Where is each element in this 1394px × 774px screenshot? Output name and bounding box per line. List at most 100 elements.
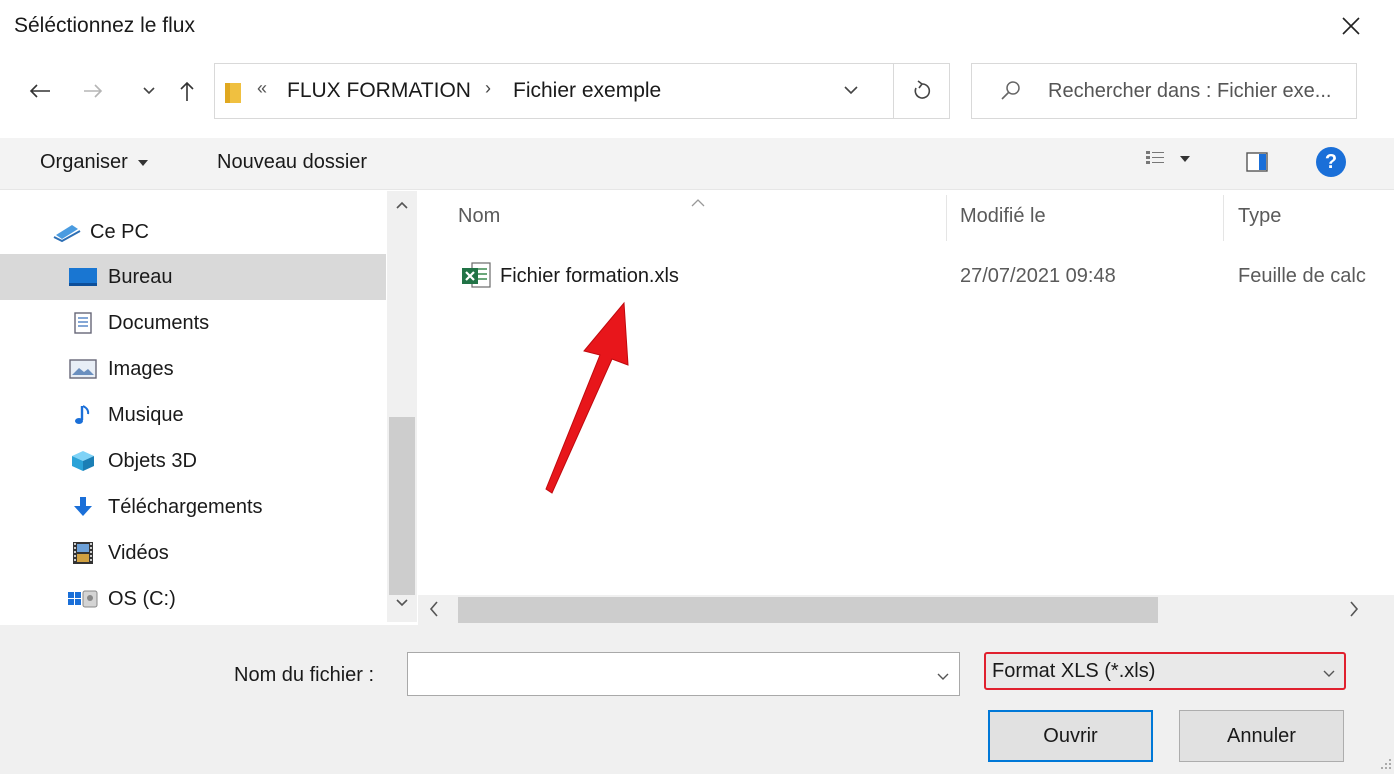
sort-ascending-icon [690, 195, 706, 213]
scroll-up-button[interactable] [387, 197, 417, 215]
file-type: Feuille de calc [1238, 265, 1366, 287]
recent-locations-button[interactable] [138, 71, 160, 111]
address-dropdown-button[interactable] [843, 82, 859, 100]
sidebar-item-label: Vidéos [108, 541, 169, 564]
file-type-value: Format XLS (*.xls) [992, 660, 1156, 682]
preview-pane-icon [1246, 152, 1268, 172]
command-bar: Organiser Nouveau dossier ? [0, 138, 1394, 190]
excel-file-icon [460, 261, 494, 296]
sidebar-item-videos[interactable]: Vidéos [0, 530, 386, 576]
open-button[interactable]: Ouvrir [988, 710, 1153, 762]
sidebar-item-label: Bureau [108, 265, 173, 288]
navigation-scrollbar[interactable] [387, 191, 417, 622]
search-icon [1000, 80, 1022, 107]
column-header-modified[interactable]: Modifié le [960, 205, 1046, 228]
file-name: Fichier formation.xls [500, 265, 679, 287]
chevron-down-icon [937, 673, 949, 680]
sidebar-item-musique[interactable]: Musique [0, 392, 386, 438]
caret-down-icon [1180, 156, 1190, 162]
chevron-up-icon [396, 201, 408, 209]
documents-icon [66, 308, 100, 338]
back-button[interactable] [20, 71, 60, 111]
sidebar-item-label: OS (C:) [108, 587, 176, 610]
chevron-left-icon [429, 601, 438, 617]
column-divider[interactable] [1223, 195, 1224, 241]
search-placeholder[interactable]: Rechercher dans : Fichier exe... [1048, 80, 1331, 103]
search-box[interactable]: Rechercher dans : Fichier exe... [971, 63, 1357, 119]
preview-pane-button[interactable] [1246, 152, 1268, 177]
forward-button[interactable] [76, 71, 110, 111]
breadcrumb-separator[interactable]: › [485, 78, 491, 99]
sidebar-item-label: Ce PC [90, 220, 149, 243]
dialog-footer: Nom du fichier : Format XLS (*.xls) Ouvr… [0, 625, 1394, 774]
sidebar-item-label: Musique [108, 403, 184, 426]
sidebar-item-label: Téléchargements [108, 495, 263, 518]
file-row[interactable]: Fichier formation.xls 27/07/2021 09:48 F… [458, 259, 1394, 295]
videos-icon [66, 538, 100, 568]
sidebar-item-objets-3d[interactable]: Objets 3D [0, 438, 386, 484]
column-header-name[interactable]: Nom [458, 205, 500, 228]
annotation-arrow [545, 301, 629, 494]
computer-icon [50, 217, 84, 247]
arrow-left-icon [29, 84, 50, 98]
organise-menu-button[interactable]: Organiser [40, 151, 149, 174]
scroll-left-button[interactable] [428, 599, 440, 624]
folder-icon [223, 80, 245, 109]
sidebar-item-label: Documents [108, 311, 210, 334]
filename-combobox[interactable] [407, 652, 960, 696]
sidebar-item-label: Objets 3D [108, 449, 197, 472]
help-icon: ? [1324, 150, 1338, 173]
sidebar-item-images[interactable]: Images [0, 346, 386, 392]
help-button[interactable]: ? [1316, 147, 1346, 177]
column-header-type[interactable]: Type [1238, 205, 1281, 228]
sidebar-item-ce-pc[interactable]: Ce PC [0, 209, 386, 255]
refresh-button[interactable] [893, 63, 950, 119]
chevron-right-icon [1350, 601, 1359, 617]
music-icon [66, 400, 100, 430]
sidebar-item-telechargements[interactable]: Téléchargements [0, 484, 386, 530]
title-bar: Séléctionnez le flux [0, 0, 1394, 50]
sidebar-item-bureau[interactable]: Bureau [0, 254, 386, 300]
filename-label: Nom du fichier : [234, 664, 375, 686]
arrow-up-icon [180, 81, 194, 101]
objects-3d-icon [66, 446, 100, 476]
address-bar[interactable]: « FLUX FORMATION › Fichier exemple [214, 63, 894, 119]
desktop-icon [66, 262, 100, 292]
cancel-button[interactable]: Annuler [1179, 710, 1344, 762]
sidebar-item-label: Images [108, 357, 174, 380]
scroll-down-button[interactable] [387, 595, 417, 613]
breadcrumb-fichier-exemple[interactable]: Fichier exemple [513, 79, 661, 103]
chevron-down-icon [396, 599, 408, 607]
file-type-select[interactable]: Format XLS (*.xls) [984, 652, 1346, 690]
file-list: Nom Modifié le Type Fichier formation.xl… [418, 191, 1394, 595]
organise-label: Organiser [40, 151, 128, 173]
view-details-icon [1146, 151, 1164, 164]
scroll-thumb[interactable] [458, 597, 1158, 623]
chevron-down-icon [143, 87, 155, 95]
close-button[interactable] [1331, 8, 1371, 44]
scroll-thumb[interactable] [389, 417, 415, 595]
scroll-right-button[interactable] [1348, 599, 1360, 624]
sidebar-item-os-c[interactable]: OS (C:) [0, 576, 386, 622]
chevron-down-icon [1322, 666, 1336, 684]
refresh-icon [914, 80, 930, 99]
up-button[interactable] [172, 71, 202, 111]
breadcrumb-overflow[interactable]: « [257, 78, 267, 99]
view-options-button[interactable] [1145, 150, 1191, 168]
column-divider[interactable] [946, 195, 947, 241]
resize-grip-icon[interactable] [1380, 758, 1392, 770]
navigation-pane: Ce PC Bureau Documents Images Musique Ob… [0, 191, 387, 622]
new-folder-button[interactable]: Nouveau dossier [217, 151, 367, 174]
pictures-icon [66, 354, 100, 384]
arrow-right-icon [84, 84, 103, 98]
file-modified: 27/07/2021 09:48 [960, 265, 1116, 287]
drive-icon [66, 584, 100, 614]
sidebar-item-documents[interactable]: Documents [0, 300, 386, 346]
filename-history-button[interactable] [936, 669, 950, 687]
caret-down-icon [138, 159, 149, 166]
breadcrumb-flux-formation[interactable]: FLUX FORMATION [287, 79, 471, 103]
close-icon [1342, 17, 1360, 35]
filename-input[interactable] [408, 653, 928, 695]
file-list-scrollbar[interactable] [418, 595, 1394, 625]
downloads-icon [66, 492, 100, 522]
